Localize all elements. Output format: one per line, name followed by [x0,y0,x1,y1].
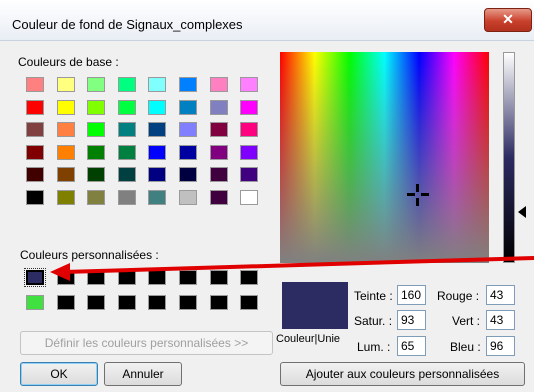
luminosity-slider[interactable] [503,52,515,263]
color-swatch[interactable] [179,270,197,285]
color-swatch[interactable] [179,189,197,205]
color-swatch[interactable] [87,167,106,182]
color-swatch[interactable] [209,295,228,310]
color-swatch[interactable] [56,167,75,182]
color-swatch[interactable] [56,295,75,310]
add-custom-colors-button[interactable]: Ajouter aux couleurs personnalisées [280,362,525,386]
color-swatch[interactable] [87,189,106,205]
color-swatch[interactable] [179,77,197,92]
color-swatch[interactable] [87,122,106,137]
green-label: Vert : [452,314,481,328]
color-swatch[interactable] [56,122,75,137]
color-swatch[interactable] [240,167,259,182]
color-swatch[interactable] [87,77,106,92]
color-swatch[interactable] [56,77,75,92]
color-swatch[interactable] [240,144,259,160]
color-swatch[interactable] [179,295,197,310]
color-swatch[interactable] [117,144,136,160]
color-swatch[interactable] [56,144,75,160]
color-swatch[interactable] [26,189,44,205]
color-swatch[interactable] [117,270,136,285]
close-icon: ✕ [502,11,514,27]
color-swatch[interactable] [148,144,167,160]
color-swatch[interactable] [56,189,75,205]
color-swatch[interactable] [240,295,259,310]
color-swatch[interactable] [179,122,197,137]
close-button[interactable]: ✕ [484,8,532,32]
luminosity-label: Lum. : [357,340,391,354]
color-swatch[interactable] [209,144,228,160]
color-swatch[interactable] [148,77,167,92]
color-swatch[interactable] [179,167,197,182]
color-swatch[interactable] [209,99,228,115]
color-spectrum[interactable] [280,52,489,263]
color-swatch[interactable] [148,295,167,310]
color-swatch[interactable] [179,144,197,160]
color-swatch[interactable] [26,144,44,160]
color-swatch[interactable] [26,295,44,310]
blue-field[interactable]: 96 [486,336,515,356]
preview-label: Couleur|Unie [276,333,341,345]
color-swatch[interactable] [87,144,106,160]
hue-field[interactable]: 160 [397,285,426,305]
define-custom-colors-button[interactable]: Définir les couleurs personnalisées >> [20,331,273,355]
green-field[interactable]: 43 [486,310,515,330]
color-swatch[interactable] [179,99,197,115]
color-swatch[interactable] [117,122,136,137]
color-swatch[interactable] [240,270,259,285]
hue-label: Teinte : [354,289,393,303]
cancel-button[interactable]: Annuler [104,362,182,386]
color-swatch[interactable] [117,77,136,92]
color-swatch[interactable] [26,99,44,115]
color-swatch[interactable] [209,167,228,182]
color-swatch[interactable] [148,270,167,285]
custom-colors-label: Couleurs personnalisées : [20,248,159,262]
red-label: Rouge : [437,289,480,303]
color-swatch[interactable] [117,295,136,310]
color-swatch[interactable] [148,167,167,182]
color-swatch[interactable] [117,189,136,205]
color-swatch[interactable] [209,270,228,285]
color-swatch[interactable] [87,295,106,310]
title-bar: Couleur de fond de Signaux_complexes ✕ [0,0,534,41]
saturation-field[interactable]: 93 [397,310,426,330]
color-swatch[interactable] [26,77,44,92]
basic-colors-label: Couleurs de base : [18,55,119,69]
color-swatch[interactable] [209,122,228,137]
saturation-label: Satur. : [354,314,393,328]
color-swatch[interactable] [26,122,44,137]
blue-label: Bleu : [450,340,481,354]
color-swatch[interactable] [240,77,259,92]
luminosity-arrow-icon[interactable] [518,206,526,218]
color-swatch[interactable] [24,268,46,287]
color-swatch[interactable] [56,270,75,285]
crosshair-icon [407,184,429,206]
color-swatch[interactable] [209,189,228,205]
color-preview [282,282,348,329]
color-swatch[interactable] [117,167,136,182]
color-swatch[interactable] [148,99,167,115]
luminosity-field[interactable]: 65 [397,336,426,356]
window-title: Couleur de fond de Signaux_complexes [12,17,243,32]
color-swatch[interactable] [56,99,75,115]
color-swatch[interactable] [148,122,167,137]
ok-button[interactable]: OK [20,362,98,386]
color-swatch[interactable] [87,270,106,285]
color-swatch[interactable] [87,99,106,115]
color-swatch[interactable] [240,122,259,137]
color-swatch[interactable] [240,189,259,205]
color-swatch[interactable] [240,99,259,115]
color-swatch[interactable] [209,77,228,92]
color-swatch[interactable] [148,189,167,205]
color-swatch[interactable] [117,99,136,115]
color-swatch[interactable] [26,167,44,182]
red-field[interactable]: 43 [486,285,515,305]
